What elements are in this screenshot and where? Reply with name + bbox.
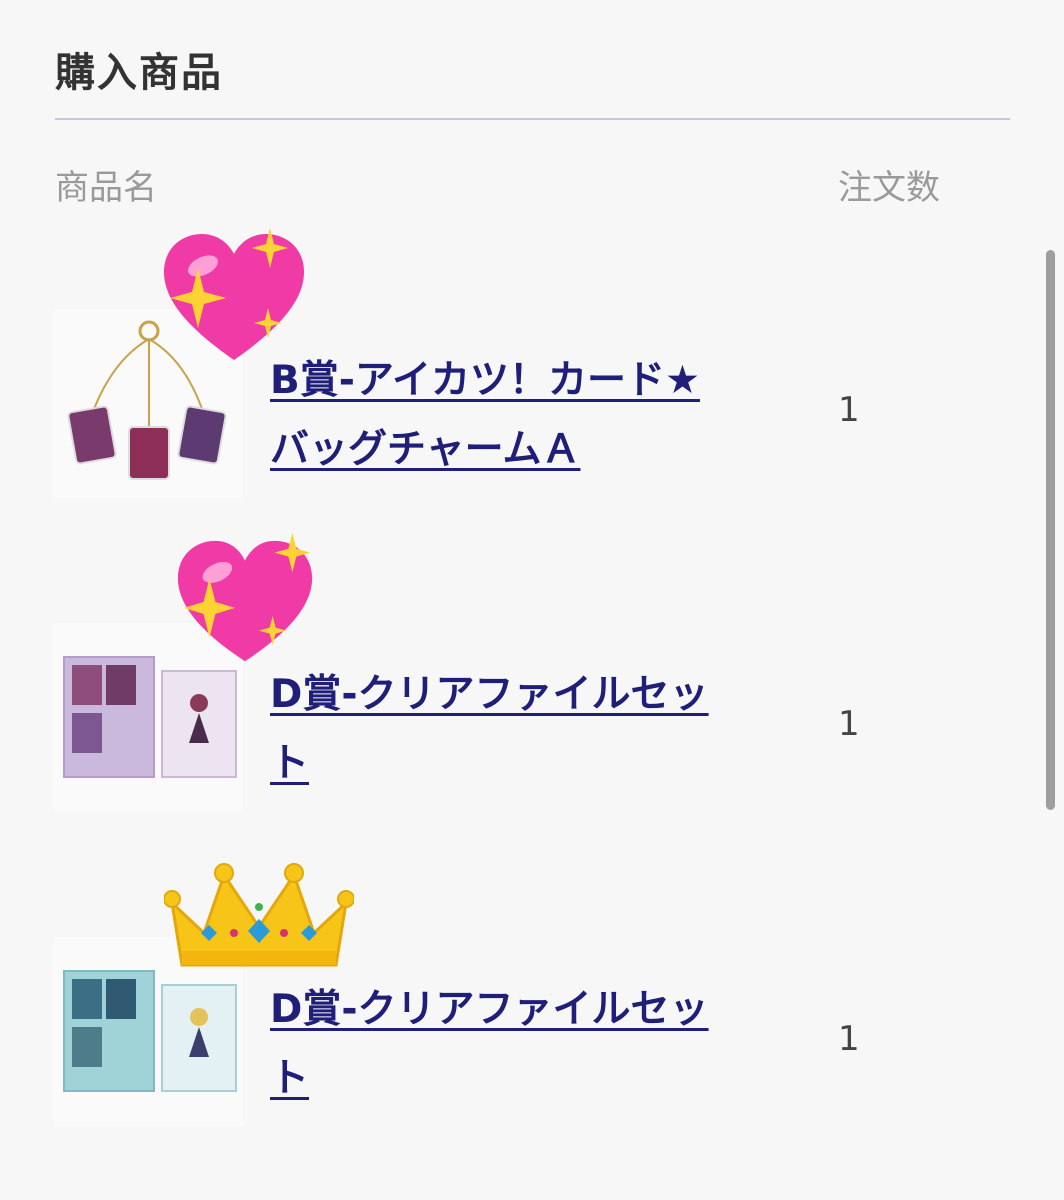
order-quantity: 1	[838, 390, 860, 430]
sparkling-heart-icon	[170, 532, 320, 676]
order-item-row: B賞-アイカツ！カード★バッグチャームＡ 1	[0, 228, 1064, 530]
order-item-row: D賞-クリアファイルセット 1	[0, 855, 1064, 1155]
order-item-row: D賞-クリアファイルセット 1	[0, 532, 1064, 840]
order-quantity: 1	[838, 704, 860, 744]
order-quantity: 1	[838, 1019, 860, 1059]
scrollbar[interactable]	[1046, 250, 1055, 810]
product-link[interactable]: D賞-クリアファイルセット	[270, 975, 720, 1113]
crown-icon	[163, 863, 355, 977]
product-link[interactable]: B賞-アイカツ！カード★バッグチャームＡ	[270, 346, 720, 484]
section-divider	[55, 118, 1010, 120]
column-header-quantity: 注文数	[838, 168, 940, 208]
sparkling-heart-icon	[158, 228, 310, 372]
column-header-product-name: 商品名	[55, 168, 157, 208]
product-link[interactable]: D賞-クリアファイルセット	[270, 660, 720, 798]
section-title: 購入商品	[55, 50, 223, 96]
